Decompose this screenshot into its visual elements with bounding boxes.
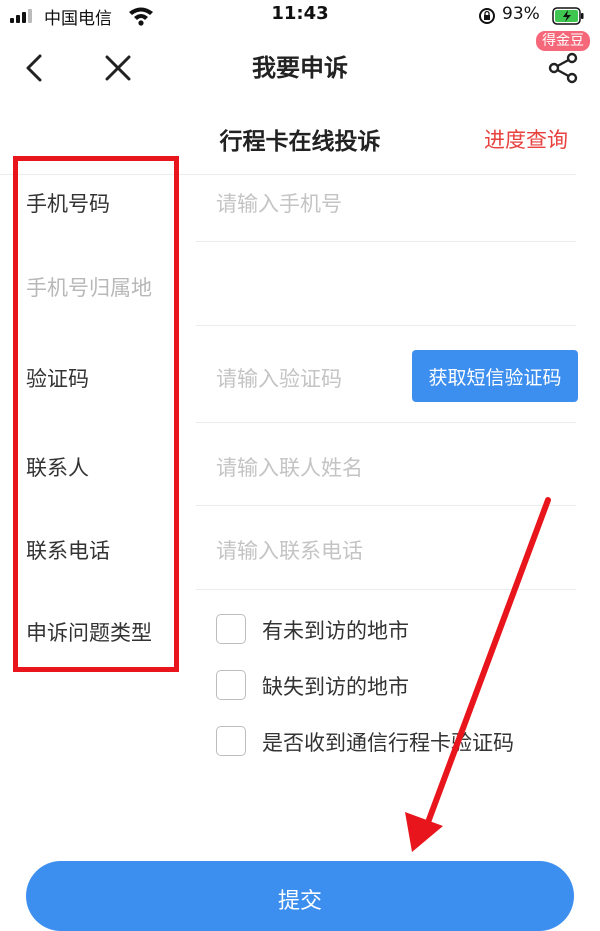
progress-query-link[interactable]: 进度查询 [484, 124, 568, 154]
highlight-box [13, 156, 179, 672]
submit-button[interactable]: 提交 [26, 861, 574, 931]
contact-input[interactable]: 请输入联人姓名 [216, 452, 363, 482]
option-checkbox-3[interactable] [216, 726, 246, 756]
share-icon[interactable] [546, 50, 582, 86]
page-title: 我要申诉 [252, 54, 348, 82]
divider [196, 505, 576, 506]
divider [196, 325, 576, 326]
code-input[interactable]: 请输入验证码 [216, 363, 342, 393]
option-label-3[interactable]: 是否收到通信行程卡验证码 [262, 727, 514, 757]
contact-phone-input[interactable]: 请输入联系电话 [216, 535, 363, 565]
option-checkbox-2[interactable] [216, 670, 246, 700]
gold-bean-badge[interactable]: 得金豆 [536, 31, 590, 51]
battery-charging-icon [552, 7, 584, 25]
battery-percent: 93% [502, 4, 540, 24]
get-sms-code-button[interactable]: 获取短信验证码 [412, 350, 578, 402]
option-checkbox-1[interactable] [216, 614, 246, 644]
phone-input[interactable]: 请输入手机号 [216, 188, 342, 218]
option-label-1[interactable]: 有未到访的地市 [262, 615, 409, 645]
rotation-lock-icon [479, 8, 495, 24]
divider [196, 589, 576, 590]
divider [196, 241, 576, 242]
option-label-2[interactable]: 缺失到访的地市 [262, 671, 409, 701]
divider [196, 422, 576, 423]
status-bar: 中国电信 11:43 93% [0, 0, 600, 34]
